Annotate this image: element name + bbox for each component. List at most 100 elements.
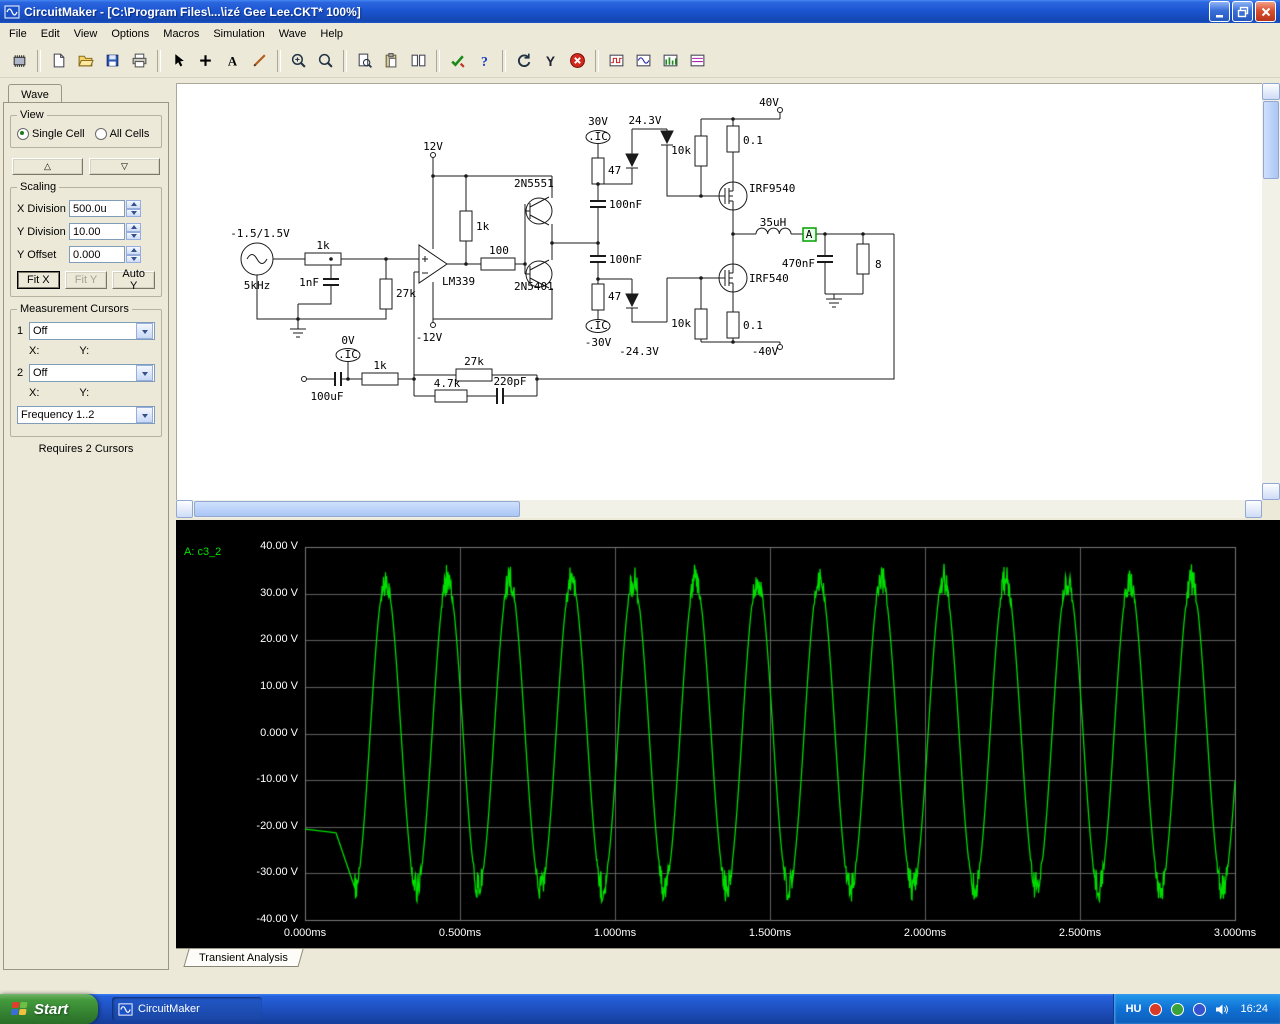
place-part-button[interactable] [192, 47, 219, 74]
x-division-spinner[interactable] [126, 200, 141, 217]
chevron-down-icon[interactable] [136, 407, 153, 423]
toolbar-separator [343, 49, 347, 72]
inductor-35uH [755, 227, 792, 235]
scroll-left-button[interactable] [176, 500, 193, 518]
y-division-spinner[interactable] [126, 223, 141, 240]
component-label: 2N5401 [514, 280, 554, 293]
tray-icon-green[interactable] [1170, 1002, 1185, 1017]
arrow-left-icon [180, 506, 186, 512]
cursor-function-select[interactable]: Frequency 1..2 [17, 406, 155, 424]
view-group: View Single Cell All Cells [10, 109, 162, 148]
cursor1-index: 1 [17, 325, 24, 337]
component-label: 1nF [299, 276, 319, 289]
tray-icon-blue[interactable] [1192, 1002, 1207, 1017]
menu-file[interactable]: File [2, 25, 34, 43]
wire-tool-icon [253, 54, 266, 67]
component-label: 47 [608, 164, 621, 177]
toolbar-separator [595, 49, 599, 72]
schematic-canvas[interactable]: -1.5/1.5V 5kHz 1k 1nF 27k LM339 12V -12V 1k 100 2N… [176, 83, 1262, 500]
x-division-input[interactable] [69, 200, 125, 217]
save-file-icon [106, 54, 119, 67]
wave-previous-button[interactable]: △ [12, 158, 83, 175]
open-file-button[interactable] [72, 47, 99, 74]
tray-icon-red[interactable] [1148, 1002, 1163, 1017]
menu-macros[interactable]: Macros [156, 25, 206, 43]
simulation-check-button[interactable] [444, 47, 471, 74]
fit-y-button[interactable]: Fit Y [64, 271, 108, 289]
cursor2-x-label: X: [29, 387, 40, 399]
language-indicator[interactable]: HU [1126, 1003, 1142, 1015]
split-view-icon [411, 54, 426, 67]
radio-single-cell-dot[interactable] [17, 128, 29, 140]
component-label: 27k [396, 287, 416, 300]
stop-simulation-button[interactable] [564, 47, 591, 74]
horizontal-scroll-thumb[interactable] [194, 501, 520, 517]
component-label: -40V [752, 345, 779, 358]
x-tick-label: 0.000ms [283, 927, 327, 939]
scroll-up-button[interactable] [1262, 83, 1280, 100]
start-button[interactable]: Start [0, 994, 98, 1024]
scope-b-button[interactable] [630, 47, 657, 74]
menu-wave[interactable]: Wave [272, 25, 314, 43]
menu-view[interactable]: View [67, 25, 105, 43]
select-arrow-button[interactable] [165, 47, 192, 74]
scope-c-button[interactable] [657, 47, 684, 74]
scope-a-button[interactable] [603, 47, 630, 74]
app-icon [4, 5, 20, 18]
tab-transient-analysis[interactable]: Transient Analysis [183, 949, 304, 967]
open-file-icon [78, 55, 94, 67]
cursor2-select[interactable]: Off [29, 364, 155, 382]
menu-simulation[interactable]: Simulation [206, 25, 271, 43]
chevron-down-icon[interactable] [136, 323, 153, 339]
y-offset-input[interactable] [69, 246, 125, 263]
menu-options[interactable]: Options [104, 25, 156, 43]
menu-help[interactable]: Help [313, 25, 350, 43]
print-button[interactable] [126, 47, 153, 74]
zoom-tool-button[interactable] [312, 47, 339, 74]
text-tool-button[interactable]: A [219, 47, 246, 74]
chevron-down-icon[interactable] [136, 365, 153, 381]
radio-all-cells-dot[interactable] [94, 128, 107, 140]
y-division-input[interactable] [69, 223, 125, 240]
zoom-select-button[interactable] [285, 47, 312, 74]
clipboard-button[interactable] [378, 47, 405, 74]
split-view-button[interactable] [405, 47, 432, 74]
parts-bin-button[interactable] [6, 47, 33, 74]
x-tick-label: 2.000ms [903, 927, 947, 939]
scroll-right-button[interactable] [1245, 500, 1262, 518]
scope-d-button[interactable] [684, 47, 711, 74]
taskbar-button-circuitmaker[interactable]: CircuitMaker [112, 997, 262, 1021]
restore-button[interactable] [1232, 1, 1253, 22]
vertical-scroll-thumb[interactable] [1263, 101, 1279, 179]
cursor1-x-label: X: [29, 345, 40, 357]
fit-x-button[interactable]: Fit X [17, 271, 60, 289]
volume-icon[interactable] [1214, 1002, 1229, 1017]
schematic-vertical-scrollbar[interactable] [1262, 83, 1280, 500]
minimize-icon [1215, 14, 1223, 17]
component-label: 100nF [609, 198, 642, 211]
y-offset-spinner[interactable] [126, 246, 141, 263]
component-label: -12V [416, 331, 443, 344]
tab-wave[interactable]: Wave [8, 84, 62, 104]
auto-y-button[interactable]: Auto Y [112, 268, 156, 292]
schematic-horizontal-scrollbar[interactable] [176, 500, 1262, 518]
help-button[interactable]: ? [471, 47, 498, 74]
minimize-button[interactable] [1209, 1, 1230, 22]
radio-all-cells[interactable]: All Cells [94, 128, 149, 140]
system-tray: HU 16:24 [1112, 994, 1280, 1024]
close-button[interactable] [1255, 1, 1276, 22]
component-label: .IC [338, 348, 358, 361]
radio-single-cell[interactable]: Single Cell [17, 128, 85, 140]
probe-y-button[interactable]: Y [537, 47, 564, 74]
component-label: 470nF [782, 257, 815, 270]
wire-tool-button[interactable] [246, 47, 273, 74]
rotate-tool-button[interactable] [510, 47, 537, 74]
new-file-button[interactable] [45, 47, 72, 74]
scroll-down-button[interactable] [1262, 483, 1280, 500]
save-file-button[interactable] [99, 47, 126, 74]
wave-next-button[interactable]: ▽ [89, 158, 160, 175]
menu-edit[interactable]: Edit [34, 25, 67, 43]
view-page-button[interactable] [351, 47, 378, 74]
waveform-canvas[interactable] [176, 520, 1280, 948]
cursor1-select[interactable]: Off [29, 322, 155, 340]
